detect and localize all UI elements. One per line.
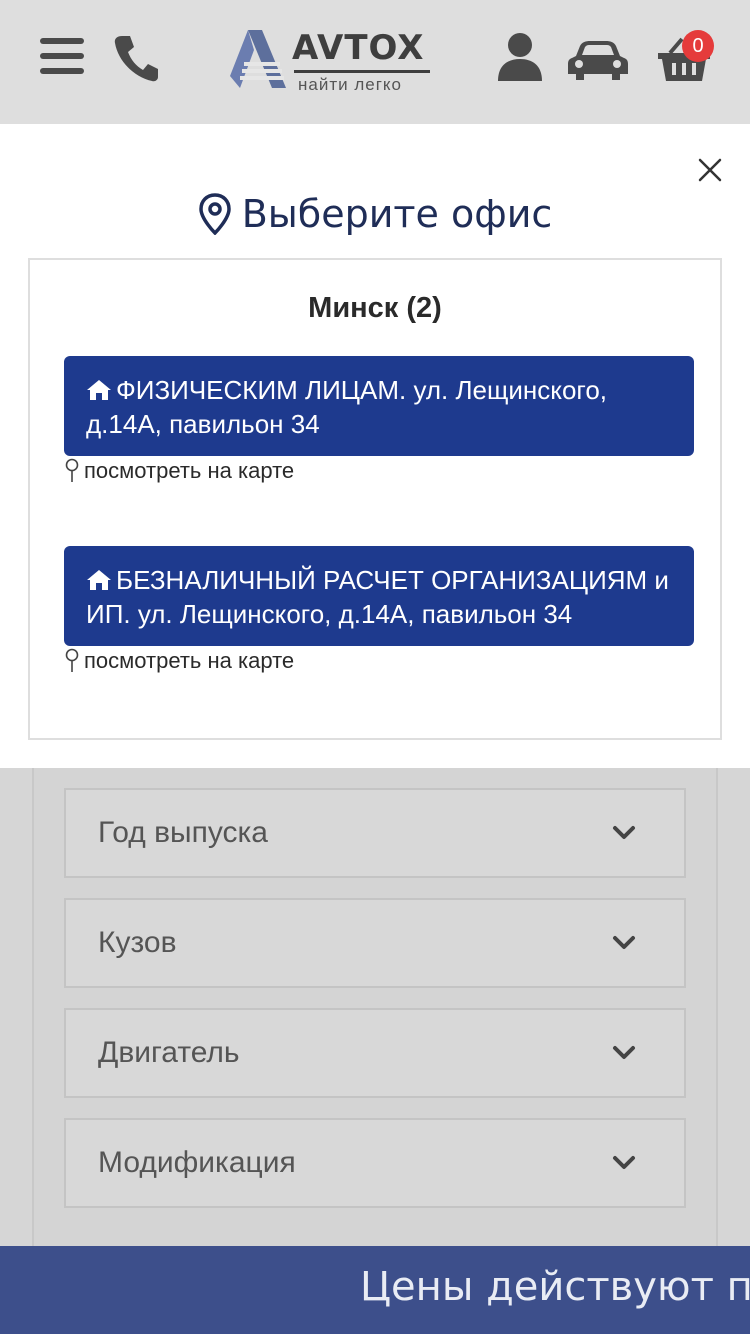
- logo-mark-icon: [230, 30, 286, 88]
- office-option-label: ФИЗИЧЕСКИМ ЛИЦАМ. ул. Лещинского, д.14А,…: [86, 375, 608, 439]
- cart-count-badge: 0: [682, 30, 714, 62]
- garage-button[interactable]: [566, 38, 630, 84]
- body-select[interactable]: Кузов: [64, 898, 686, 988]
- chevron-down-icon: [613, 826, 635, 839]
- logo-name: AVTOX: [292, 28, 425, 68]
- map-link[interactable]: посмотреть на карте: [64, 648, 294, 674]
- price-notice-banner: Цены действуют пр: [0, 1246, 750, 1334]
- body-select-label: Кузов: [98, 926, 177, 959]
- chevron-down-icon: [613, 1156, 635, 1169]
- price-notice-text: Цены действуют пр: [360, 1264, 750, 1310]
- map-pin-icon: [198, 193, 231, 235]
- office-option-organizations[interactable]: БЕЗНАЛИЧНЫЙ РАСЧЕТ ОРГАНИЗАЦИЯМ и ИП. ул…: [64, 546, 694, 646]
- home-icon: [87, 570, 111, 590]
- chevron-down-icon: [613, 936, 635, 949]
- modification-select-label: Модификация: [98, 1146, 296, 1179]
- site-header: AVTOX найти легко 0: [0, 0, 750, 124]
- close-icon: [698, 158, 722, 182]
- logo-divider: [294, 70, 430, 73]
- site-logo[interactable]: AVTOX найти легко: [228, 26, 432, 96]
- phone-button[interactable]: [108, 30, 164, 86]
- office-option-individuals[interactable]: ФИЗИЧЕСКИМ ЛИЦАМ. ул. Лещинского, д.14А,…: [64, 356, 694, 456]
- account-button[interactable]: [494, 30, 546, 84]
- engine-select[interactable]: Двигатель: [64, 1008, 686, 1098]
- modification-select[interactable]: Модификация: [64, 1118, 686, 1208]
- map-link-label: посмотреть на карте: [84, 458, 295, 483]
- home-icon: [87, 380, 111, 400]
- year-select[interactable]: Год выпуска: [64, 788, 686, 878]
- menu-button[interactable]: [38, 34, 86, 78]
- modal-title: Выберите офис: [0, 188, 750, 240]
- chevron-down-icon: [613, 1046, 635, 1059]
- close-button[interactable]: [690, 150, 730, 190]
- city-title: Минск (2): [308, 292, 442, 324]
- office-select-modal: Выберите офис Минск (2) ФИЗИЧЕСКИМ ЛИЦАМ…: [0, 124, 750, 768]
- car-icon: [568, 41, 628, 80]
- location-pin-icon: [65, 648, 79, 672]
- map-link-label: посмотреть на карте: [84, 648, 295, 673]
- menu-icon: [40, 38, 84, 74]
- office-option-label: БЕЗНАЛИЧНЫЙ РАСЧЕТ ОРГАНИЗАЦИЯМ и ИП. ул…: [86, 565, 669, 629]
- phone-icon: [114, 36, 158, 82]
- user-icon: [498, 33, 542, 81]
- year-select-label: Год выпуска: [98, 816, 268, 849]
- logo-tagline: найти легко: [298, 75, 403, 94]
- city-group: Минск (2) ФИЗИЧЕСКИМ ЛИЦАМ. ул. Лещинско…: [28, 258, 722, 740]
- modal-title-text: Выберите офис: [241, 192, 553, 236]
- location-pin-icon: [65, 458, 79, 482]
- engine-select-label: Двигатель: [98, 1036, 240, 1069]
- map-link[interactable]: посмотреть на карте: [64, 458, 294, 484]
